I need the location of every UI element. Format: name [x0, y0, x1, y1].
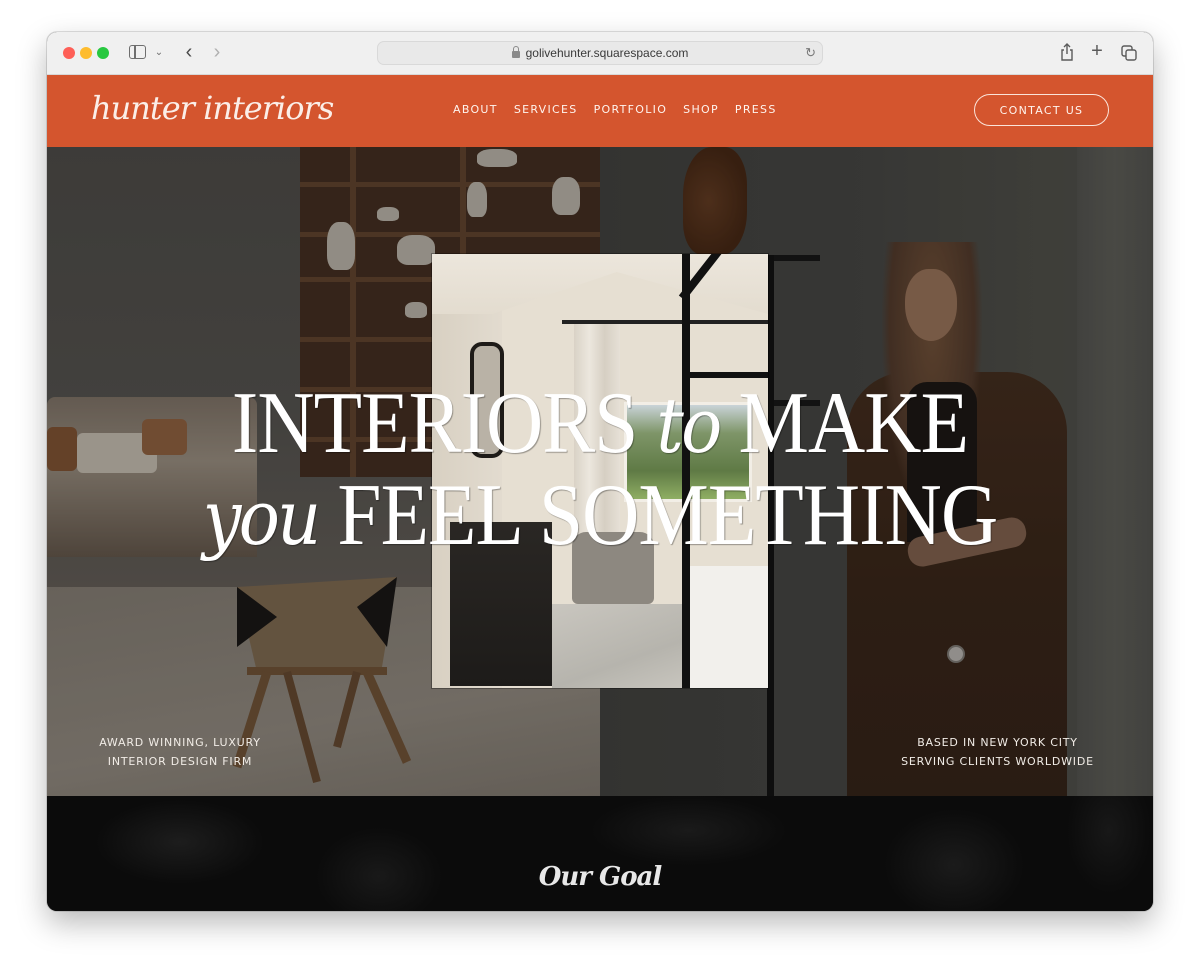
url-text: golivehunter.squarespace.com — [525, 46, 689, 60]
site-header: hunter interiors ABOUT SERVICES PORTFOLI… — [47, 75, 1153, 147]
zoom-window-icon[interactable] — [97, 47, 109, 59]
address-bar[interactable]: golivehunter.squarespace.com ↻ — [377, 41, 823, 65]
hero-section: INTERIORS to MAKE you FEEL SOMETHING AWA… — [47, 147, 1153, 796]
headline-line-2: you FEEL SOMETHING — [102, 471, 1097, 563]
nav-press[interactable]: PRESS — [735, 103, 777, 116]
tagline-line: BASED IN NEW YORK CITY — [917, 736, 1078, 749]
bedroom-bed — [682, 566, 768, 688]
headline-italic-word: you — [202, 473, 321, 562]
tagline-right: BASED IN NEW YORK CITY SERVING CLIENTS W… — [895, 733, 1100, 771]
nav-shop[interactable]: SHOP — [683, 103, 719, 116]
browser-toolbar: ⌄ ‹ › golivehunter.squarespace.com ↻ + — [47, 32, 1153, 75]
tagline-line: AWARD WINNING, LUXURY — [99, 736, 261, 749]
lock-icon — [511, 45, 520, 58]
nav-services[interactable]: SERVICES — [514, 103, 578, 116]
nav-about[interactable]: ABOUT — [453, 103, 498, 116]
headline-word: INTERIORS — [231, 375, 638, 472]
main-nav: ABOUT SERVICES PORTFOLIO SHOP PRESS — [453, 103, 777, 116]
reload-icon[interactable]: ↻ — [805, 45, 816, 61]
minimize-window-icon[interactable] — [80, 47, 92, 59]
section-title: Our Goal — [538, 862, 663, 892]
nav-portfolio[interactable]: PORTFOLIO — [594, 103, 668, 116]
hero-headline: INTERIORS to MAKE you FEEL SOMETHING — [102, 379, 1097, 563]
headline-word: MAKE — [738, 375, 969, 472]
tagline-left: AWARD WINNING, LUXURY INTERIOR DESIGN FI… — [95, 733, 265, 771]
our-goal-section: Our Goal — [47, 796, 1153, 911]
headline-word: FEEL SOMETHING — [337, 467, 998, 564]
headline-line-1: INTERIORS to MAKE — [102, 379, 1097, 471]
site-logo[interactable]: hunter interiors — [91, 89, 334, 127]
close-window-icon[interactable] — [63, 47, 75, 59]
chevron-right-icon[interactable]: › — [209, 40, 225, 64]
chevron-left-icon[interactable]: ‹ — [181, 40, 197, 64]
tab-overview-icon[interactable] — [1121, 45, 1137, 61]
tagline-line: SERVING CLIENTS WORLDWIDE — [901, 755, 1094, 768]
chevron-down-icon[interactable]: ⌄ — [153, 44, 165, 60]
contact-us-button[interactable]: CONTACT US — [974, 94, 1109, 126]
sidebar-icon[interactable] — [129, 45, 146, 59]
browser-window: ⌄ ‹ › golivehunter.squarespace.com ↻ + h… — [47, 32, 1153, 911]
share-icon[interactable] — [1060, 43, 1074, 61]
tagline-line: INTERIOR DESIGN FIRM — [107, 755, 253, 768]
bedroom-ceiling — [432, 254, 768, 314]
plus-icon[interactable]: + — [1089, 40, 1105, 62]
headline-italic-word: to — [656, 381, 722, 470]
